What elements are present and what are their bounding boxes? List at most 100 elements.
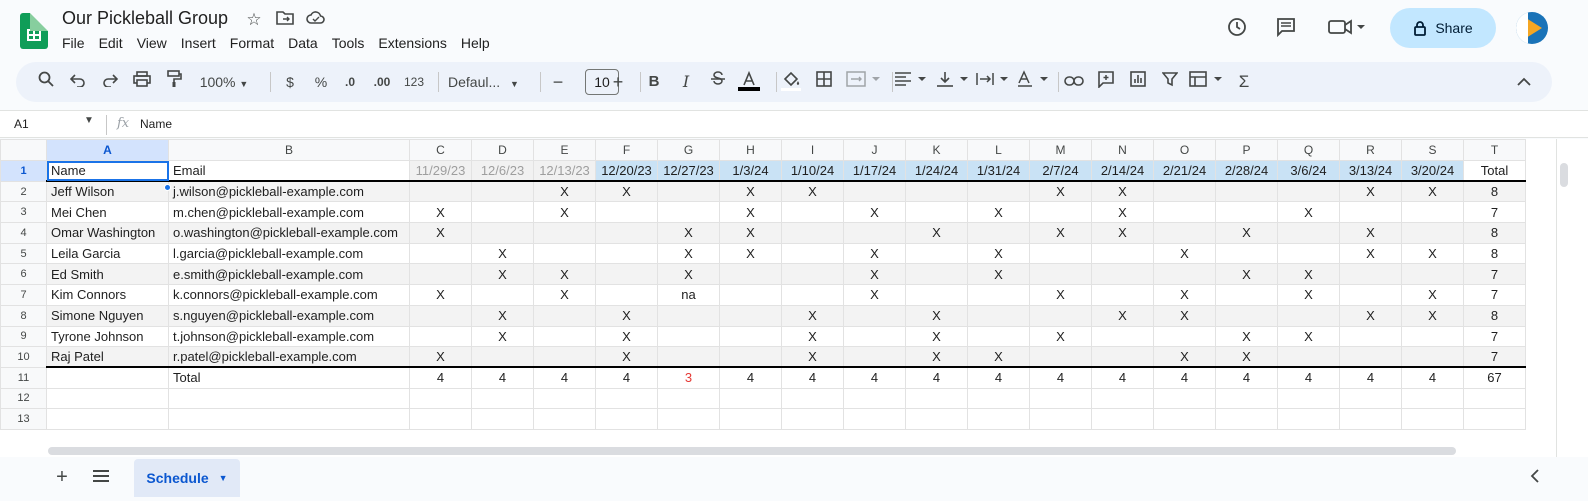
cell-attendance[interactable] xyxy=(719,325,782,348)
row-header[interactable]: 11 xyxy=(0,366,47,389)
cell-attendance[interactable] xyxy=(1153,325,1216,348)
cell-attendance[interactable]: X xyxy=(719,242,782,265)
cell-empty[interactable] xyxy=(1463,387,1526,410)
cell-attendance[interactable] xyxy=(781,263,844,286)
cloud-status-icon[interactable] xyxy=(306,10,326,30)
cell-attendance[interactable]: X xyxy=(1401,180,1464,203)
cell-attendance[interactable] xyxy=(1029,201,1092,224)
cell-empty[interactable] xyxy=(533,408,596,430)
increase-decimal-button[interactable]: .00 xyxy=(370,70,394,94)
cell-player-email[interactable]: j.wilson@pickleball-example.com xyxy=(168,180,410,203)
cell-player-name[interactable]: Ed Smith xyxy=(46,263,169,286)
italic-button[interactable]: I xyxy=(674,70,698,94)
cell-attendance[interactable]: X xyxy=(409,284,472,306)
cell-attendance[interactable] xyxy=(1091,346,1154,368)
cell-empty[interactable] xyxy=(46,387,169,410)
cell-date-total[interactable]: 4 xyxy=(781,366,844,389)
cell-empty[interactable] xyxy=(409,408,472,430)
cell-header-date[interactable]: 2/28/24 xyxy=(1215,160,1278,183)
cell-empty[interactable] xyxy=(168,408,410,430)
cell-attendance[interactable]: X xyxy=(719,222,782,244)
cell-attendance[interactable]: X xyxy=(1401,284,1464,306)
cell-attendance[interactable] xyxy=(657,201,720,224)
cell-header-date[interactable]: 2/14/24 xyxy=(1091,160,1154,183)
insert-link-icon[interactable] xyxy=(1062,70,1086,94)
column-header-q[interactable]: Q xyxy=(1277,139,1340,161)
cell-attendance[interactable] xyxy=(595,201,658,224)
cell-attendance[interactable]: X xyxy=(409,222,472,244)
cell-player-total[interactable]: 7 xyxy=(1463,263,1526,286)
formula-input[interactable]: Name xyxy=(140,117,172,131)
cell-attendance[interactable]: X xyxy=(905,304,968,327)
menu-edit[interactable]: Edit xyxy=(99,35,131,51)
cell-attendance[interactable]: X xyxy=(1339,180,1402,203)
cell-attendance[interactable]: X xyxy=(967,201,1030,224)
cell-empty[interactable] xyxy=(967,408,1030,430)
menu-help[interactable]: Help xyxy=(461,35,498,51)
fill-handle[interactable] xyxy=(164,184,171,191)
cell-attendance[interactable] xyxy=(967,304,1030,327)
cell-player-name[interactable]: Raj Patel xyxy=(46,346,169,368)
cell-attendance[interactable] xyxy=(1215,284,1278,306)
cell-header-date[interactable]: 2/21/24 xyxy=(1153,160,1216,183)
cell-attendance[interactable]: X xyxy=(1029,180,1092,203)
column-header-k[interactable]: K xyxy=(905,139,968,161)
cell-attendance[interactable]: X xyxy=(595,346,658,368)
cell-attendance[interactable] xyxy=(533,346,596,368)
cell-attendance[interactable] xyxy=(533,325,596,348)
cell-attendance[interactable]: X xyxy=(1029,222,1092,244)
cell-attendance[interactable]: X xyxy=(471,263,534,286)
cell-header-date[interactable]: 11/29/23 xyxy=(409,160,472,183)
cell-attendance[interactable]: X xyxy=(1153,304,1216,327)
filter-views-icon[interactable] xyxy=(1188,70,1226,94)
column-header-s[interactable]: S xyxy=(1401,139,1464,161)
cell-attendance[interactable] xyxy=(1277,346,1340,368)
spreadsheet-grid[interactable]: ABCDEFGHIJKLMNOPQRST 1 Name Email 11/29/23 1… xyxy=(0,139,1588,457)
cell-attendance[interactable]: X xyxy=(657,263,720,286)
row-header[interactable]: 7 xyxy=(0,284,47,306)
cell-attendance[interactable] xyxy=(595,242,658,265)
cell-attendance[interactable]: X xyxy=(1091,201,1154,224)
cell-empty[interactable] xyxy=(1463,408,1526,430)
cell-empty[interactable] xyxy=(657,408,720,430)
increase-font-size-button[interactable]: + xyxy=(606,70,630,94)
cell-attendance[interactable] xyxy=(657,180,720,203)
cell-empty[interactable] xyxy=(46,408,169,430)
cell-attendance[interactable] xyxy=(595,284,658,306)
cell-date-total[interactable]: 4 xyxy=(471,366,534,389)
cell-header-date[interactable]: 12/27/23 xyxy=(657,160,720,183)
cell-attendance[interactable] xyxy=(1215,180,1278,203)
paint-format-icon[interactable] xyxy=(162,70,186,94)
cell-attendance[interactable] xyxy=(967,325,1030,348)
cell-date-total[interactable]: 4 xyxy=(843,366,906,389)
cell-attendance[interactable] xyxy=(843,346,906,368)
cell-header-date[interactable]: 12/6/23 xyxy=(471,160,534,183)
cell-attendance[interactable]: X xyxy=(967,346,1030,368)
vertical-scrollbar[interactable] xyxy=(1556,139,1570,457)
cell-date-total[interactable]: 4 xyxy=(533,366,596,389)
menu-file[interactable]: File xyxy=(62,35,93,51)
cell-attendance[interactable] xyxy=(781,222,844,244)
functions-button[interactable]: Σ xyxy=(1232,70,1256,94)
cell-grand-total[interactable]: 67 xyxy=(1463,366,1526,389)
cell-attendance[interactable]: X xyxy=(1277,325,1340,348)
column-header-d[interactable]: D xyxy=(471,139,534,161)
row-header[interactable]: 4 xyxy=(0,222,47,244)
cell-date-total[interactable]: 4 xyxy=(967,366,1030,389)
cell-attendance[interactable]: X xyxy=(1091,222,1154,244)
decrease-decimal-button[interactable]: .0 xyxy=(338,70,362,94)
cell-player-total[interactable]: 8 xyxy=(1463,304,1526,327)
cell-empty[interactable] xyxy=(409,387,472,410)
cell-header-date[interactable]: 1/3/24 xyxy=(719,160,782,183)
cell-attendance[interactable] xyxy=(905,263,968,286)
cell-date-total[interactable]: 4 xyxy=(1153,366,1216,389)
cell-date-total[interactable]: 4 xyxy=(1215,366,1278,389)
cell-attendance[interactable] xyxy=(1339,201,1402,224)
cell-attendance[interactable]: na xyxy=(657,284,720,306)
sheets-logo-icon[interactable] xyxy=(20,13,48,49)
cell-attendance[interactable]: X xyxy=(781,304,844,327)
cell-attendance[interactable] xyxy=(471,222,534,244)
column-header-r[interactable]: R xyxy=(1339,139,1402,161)
column-header-e[interactable]: E xyxy=(533,139,596,161)
cell-attendance[interactable]: X xyxy=(1029,284,1092,306)
